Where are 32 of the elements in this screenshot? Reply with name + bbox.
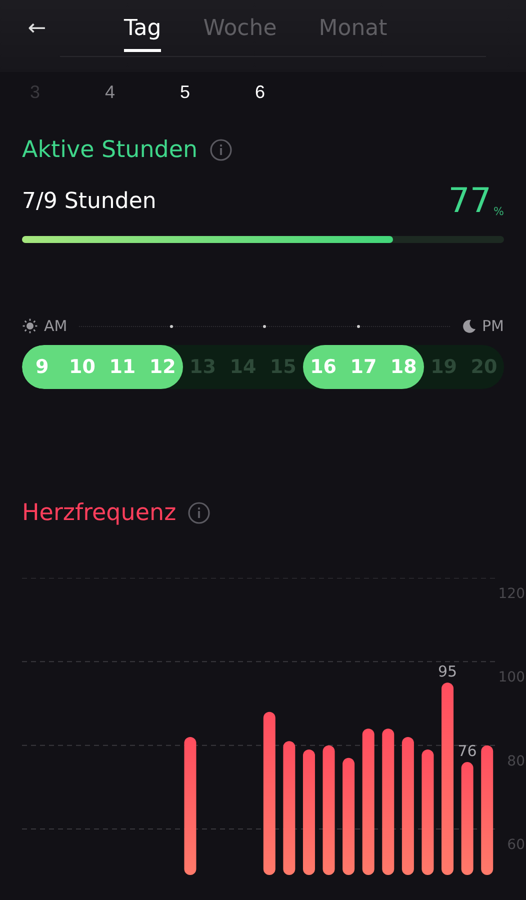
sun-icon (22, 318, 38, 334)
timeline-dot (356, 324, 360, 328)
am-label: AM (44, 317, 68, 335)
day-number[interactable]: 5 (180, 82, 255, 112)
hour-cell: 16 (303, 345, 344, 389)
tab[interactable]: Tag (124, 16, 162, 52)
percent-unit: % (494, 205, 504, 218)
axis-tick: 100 (498, 670, 525, 686)
day-number[interactable]: 4 (105, 82, 180, 112)
moon-icon (462, 319, 476, 333)
hour-cell: 11 (102, 345, 143, 389)
hour-cell: 9 (22, 345, 62, 389)
axis-tick: 80 (507, 753, 525, 770)
hour-cell: 17 (343, 345, 384, 389)
section-title: Aktive Stunden (22, 137, 198, 163)
axis-tick: 60 (507, 836, 525, 853)
back-button[interactable]: ← (24, 16, 50, 40)
pm-label: PM (482, 317, 504, 335)
day-number[interactable]: 6 (255, 82, 330, 112)
info-icon[interactable] (188, 502, 210, 524)
axis-tick: 120 (498, 586, 525, 602)
hour-cell: 18 (384, 345, 424, 389)
percent-value: 77 (448, 184, 492, 218)
info-icon[interactable] (210, 139, 232, 161)
data-label: 95 (438, 662, 458, 681)
hour-cell: 10 (62, 345, 102, 389)
hours-summary: 7/9 Stunden (22, 189, 156, 216)
section-title: Herzfrequenz (22, 500, 176, 526)
data-label: 76 (458, 742, 477, 760)
timeline-dot (170, 324, 173, 328)
timeline-dot (263, 324, 266, 328)
hour-cell: 12 (142, 345, 183, 389)
